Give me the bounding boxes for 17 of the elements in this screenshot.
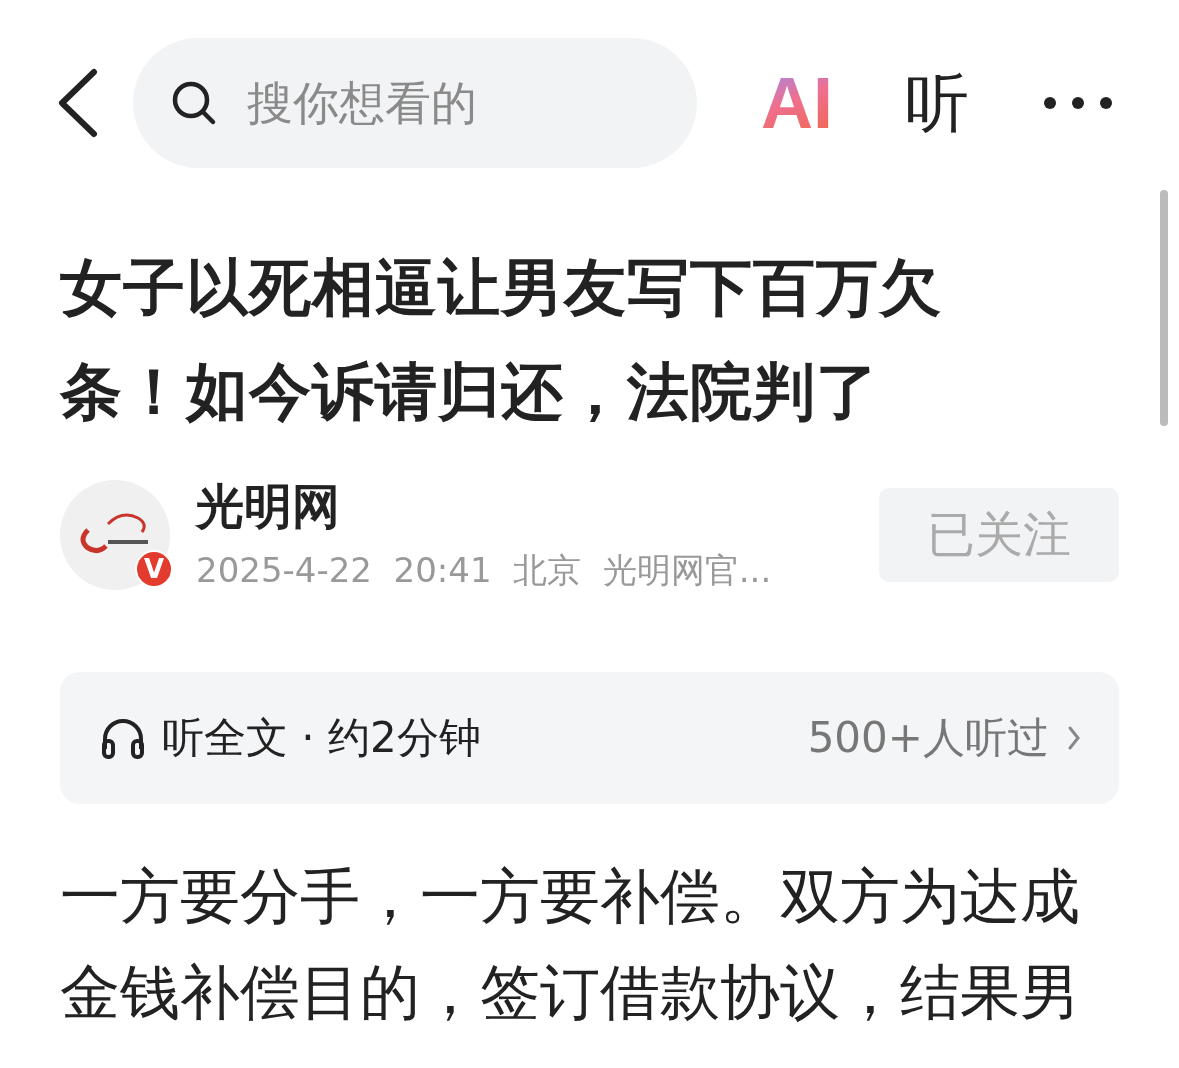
search-field[interactable]: 搜你想看的 xyxy=(133,38,697,168)
author-name[interactable]: 光明网 xyxy=(196,476,879,536)
search-icon xyxy=(171,80,217,126)
listen-card[interactable]: 听全文 · 约2分钟 500+人听过 xyxy=(60,672,1119,804)
headphones-icon xyxy=(100,717,146,759)
listener-count: 500+人听过 xyxy=(807,712,1049,764)
chevron-icon xyxy=(1067,725,1081,751)
scrollbar[interactable] xyxy=(1160,190,1168,426)
avatar-icon xyxy=(60,480,170,590)
verified-badge: V xyxy=(135,550,173,588)
more-icon[interactable] xyxy=(1043,96,1113,110)
article-body: 一方要分手，一方要补偿。双方为达成金钱补偿目的，签订借款协议，结果男 xyxy=(60,860,1081,1029)
article-title: 女子以死相逼让男友写下百万欠条！如今诉请归还，法院判了 xyxy=(60,250,943,430)
listen-label: 听全文 · 约2分钟 xyxy=(162,712,482,764)
back-icon[interactable] xyxy=(56,68,100,138)
post-meta: 2025-4-22 20:41 北京 光明网官... xyxy=(196,549,773,592)
listen-button[interactable]: 听 xyxy=(905,71,969,135)
